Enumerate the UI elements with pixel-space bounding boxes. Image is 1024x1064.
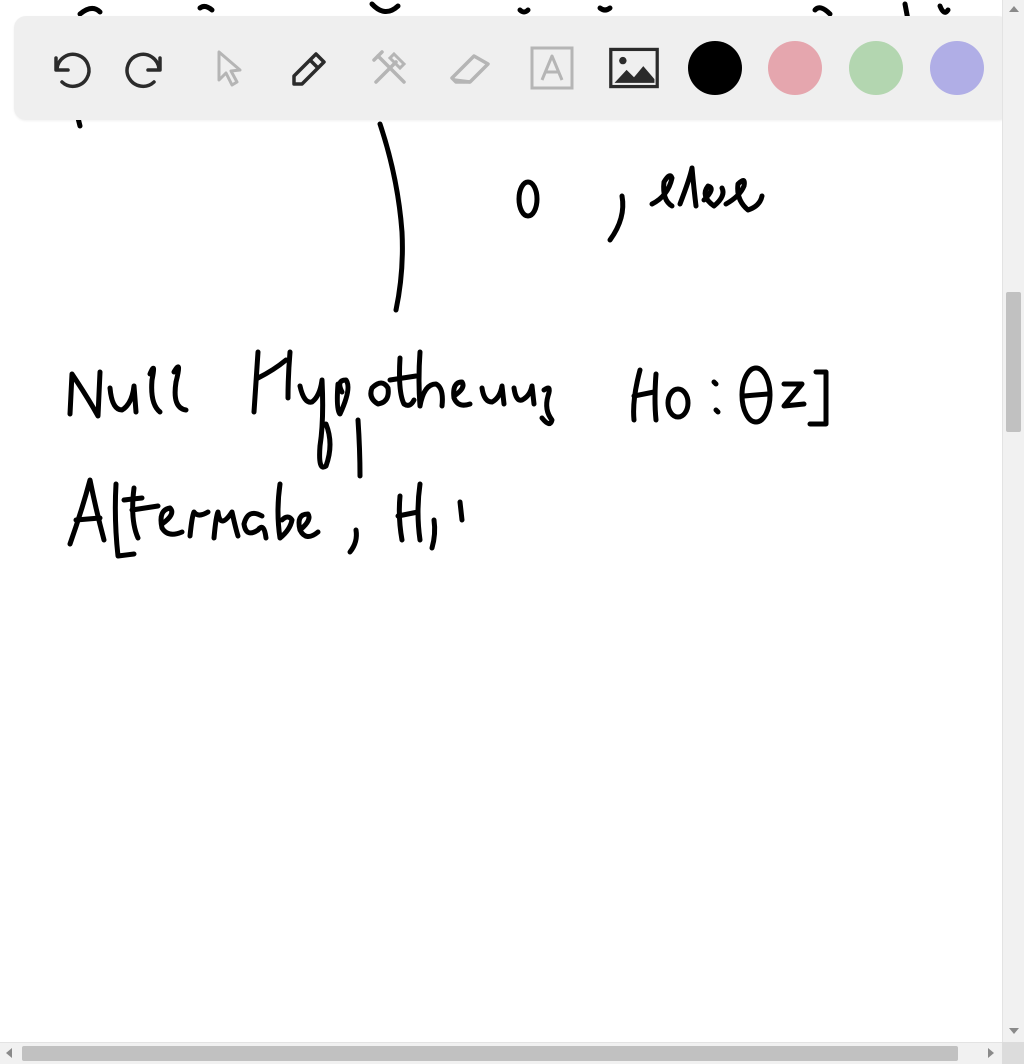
crossed-tools-icon <box>372 50 407 84</box>
color-swatch-green[interactable] <box>849 41 903 95</box>
vertical-scrollbar[interactable] <box>1002 0 1024 1042</box>
horizontal-scroll-thumb[interactable] <box>22 1046 958 1061</box>
scroll-up-arrow-icon[interactable] <box>1009 6 1019 12</box>
scroll-right-arrow-icon[interactable] <box>988 1048 994 1058</box>
pencil-icon <box>292 52 326 86</box>
pen-tool-button[interactable] <box>282 42 338 94</box>
cursor-arrow-icon <box>217 50 242 87</box>
redo-button[interactable] <box>120 42 176 94</box>
vertical-scroll-thumb[interactable] <box>1006 292 1021 432</box>
color-swatch-red[interactable] <box>768 41 822 95</box>
image-icon <box>609 47 659 89</box>
image-tool-button[interactable] <box>606 42 662 94</box>
color-swatch-purple[interactable] <box>930 41 984 95</box>
tools-button[interactable] <box>362 42 418 94</box>
scrollbar-corner <box>1002 1042 1024 1064</box>
handwritten-notes <box>67 1 951 559</box>
scroll-down-arrow-icon[interactable] <box>1009 1028 1019 1034</box>
redo-icon <box>125 52 162 89</box>
undo-icon <box>54 52 91 89</box>
text-tool-button[interactable] <box>524 42 580 94</box>
undo-button[interactable] <box>40 42 96 94</box>
select-tool-button[interactable] <box>200 42 256 94</box>
eraser-icon <box>450 54 490 84</box>
horizontal-scrollbar[interactable] <box>0 1042 1002 1064</box>
drawing-canvas[interactable] <box>0 0 1002 1042</box>
text-box-icon <box>530 46 574 90</box>
color-swatch-black[interactable] <box>688 41 742 95</box>
drawing-toolbar <box>14 16 1010 120</box>
eraser-tool-button[interactable] <box>442 42 498 94</box>
scroll-left-arrow-icon[interactable] <box>6 1048 12 1058</box>
